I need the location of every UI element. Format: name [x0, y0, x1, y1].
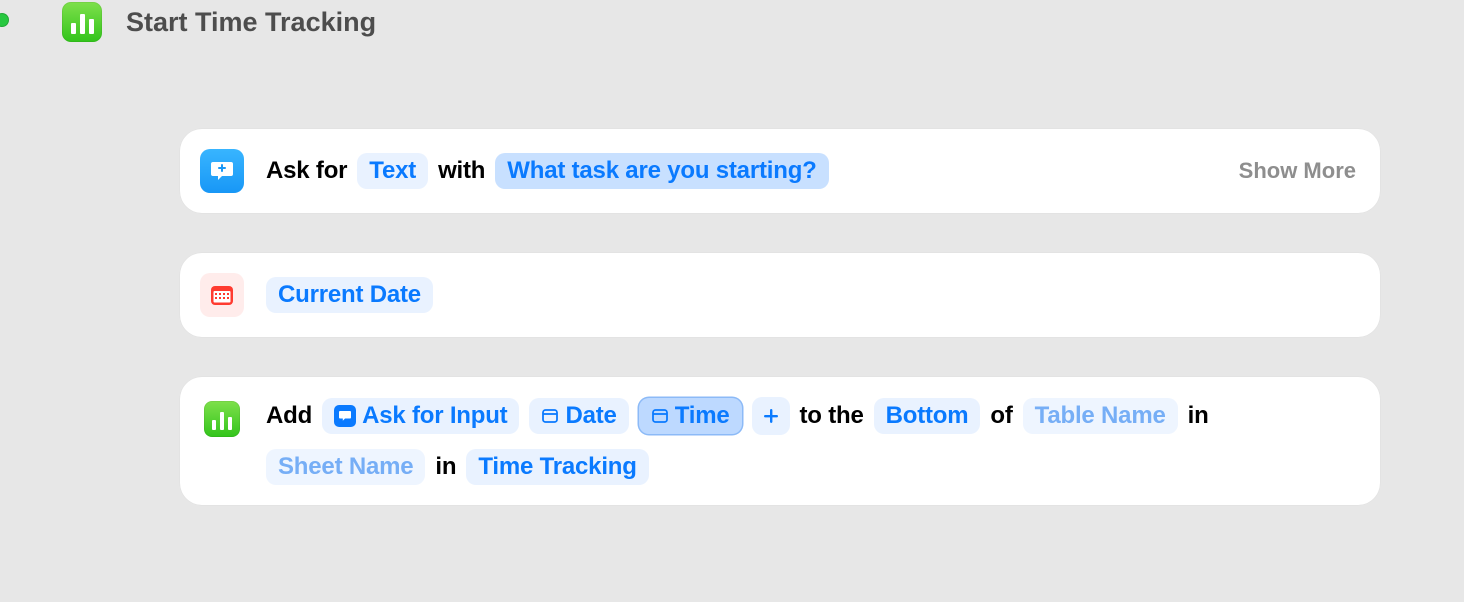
label-ask-for: Ask for [266, 157, 347, 185]
token-time-variable[interactable]: Time [639, 398, 742, 434]
shortcut-title: Start Time Tracking [126, 7, 376, 38]
token-label: Date [565, 402, 616, 430]
label-with: with [438, 157, 485, 185]
action-numbers-add-row[interactable]: Add Ask for Input Date [180, 377, 1380, 505]
label-in-2: in [435, 453, 456, 481]
token-current-date[interactable]: Current Date [266, 277, 433, 313]
calendar-icon [200, 273, 244, 317]
token-table-name[interactable]: Table Name [1023, 398, 1178, 434]
label-add: Add [266, 402, 312, 430]
token-ask-for-input-variable[interactable]: Ask for Input [322, 398, 519, 434]
add-value-button[interactable] [752, 397, 790, 435]
calendar-mini-icon [541, 407, 559, 425]
label-of: of [990, 402, 1012, 430]
action-current-date[interactable]: Current Date [180, 253, 1380, 337]
token-date-variable[interactable]: Date [529, 398, 628, 434]
label-to-the: to the [800, 402, 864, 430]
ask-input-icon [200, 149, 244, 193]
bubble-mini-icon [334, 405, 356, 427]
plus-icon [761, 406, 781, 426]
token-prompt[interactable]: What task are you starting? [495, 153, 828, 189]
shortcut-header: Start Time Tracking [62, 0, 376, 44]
token-input-type[interactable]: Text [357, 153, 428, 189]
traffic-light-green[interactable] [0, 13, 9, 27]
calendar-mini-icon [651, 407, 669, 425]
label-in-1: in [1188, 402, 1209, 430]
numbers-action-icon [200, 397, 244, 441]
token-row-position[interactable]: Bottom [874, 398, 981, 434]
token-label: Ask for Input [362, 402, 507, 430]
numbers-app-icon [62, 2, 102, 42]
action-ask-for-input[interactable]: Ask for Text with What task are you star… [180, 129, 1380, 213]
token-sheet-name[interactable]: Sheet Name [266, 449, 425, 485]
token-label: Time [675, 402, 730, 430]
token-document[interactable]: Time Tracking [466, 449, 648, 485]
show-more-button[interactable]: Show More [1239, 158, 1356, 184]
